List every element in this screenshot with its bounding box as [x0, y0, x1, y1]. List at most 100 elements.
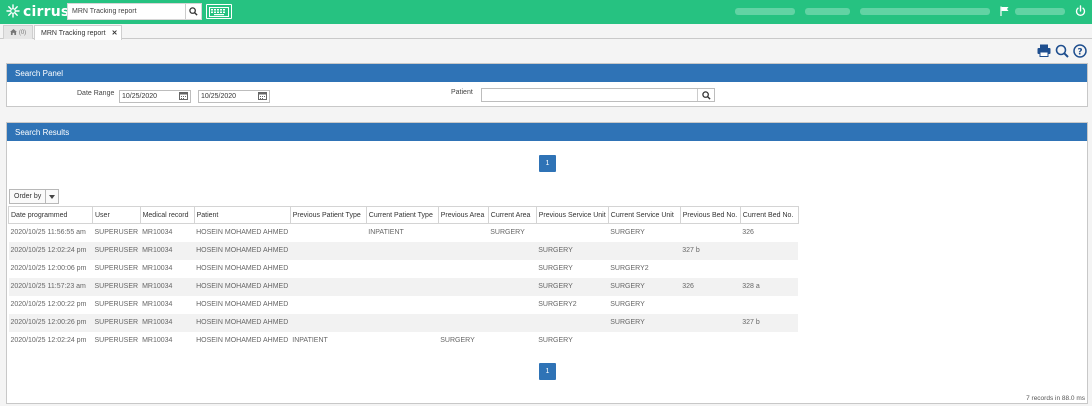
column-header[interactable]: Previous Service Unit — [536, 206, 609, 224]
table-cell: MR10034 — [140, 241, 195, 260]
search-results-panel: Search Results 1 Order by Date programme… — [6, 122, 1088, 404]
table-cell: SUPERUSER — [94, 301, 139, 308]
table-cell — [438, 313, 489, 332]
table-cell — [740, 332, 798, 350]
order-by-dropdown[interactable]: Order by — [9, 189, 59, 204]
table-cell: INPATIENT — [368, 229, 404, 237]
tab-home[interactable]: (0) — [3, 25, 33, 39]
table-cell: SURGERY — [610, 301, 645, 308]
svg-text:?: ? — [1077, 47, 1082, 57]
column-header[interactable]: Patient — [194, 206, 291, 224]
tab-bar: (0) MRN Tracking report ✕ — [0, 24, 1092, 40]
date-range-label: Date Range — [77, 90, 115, 97]
table-row[interactable]: 2020/10/25 12:02:24 pm SUPERUSER MR10034… — [8, 241, 799, 260]
table-cell — [488, 313, 537, 332]
table-cell — [740, 241, 799, 260]
table-cell — [608, 332, 680, 350]
table-row[interactable]: 2020/10/25 12:00:06 pm SUPERUSER MR10034… — [9, 260, 799, 278]
table-cell — [680, 332, 740, 350]
close-icon[interactable]: ✕ — [112, 29, 118, 37]
table-cell — [366, 313, 439, 332]
column-header[interactable]: Medical record — [140, 206, 195, 224]
patient-label: Patient — [451, 89, 473, 96]
table-row[interactable]: 2020/10/25 12:00:22 pm SUPERUSER MR10034… — [9, 296, 799, 314]
report-toolbar: ? — [1036, 43, 1087, 58]
table-cell: SURGERY — [538, 337, 573, 344]
global-search-input[interactable] — [68, 4, 186, 19]
flag-icon[interactable] — [1000, 6, 1009, 18]
table-cell — [488, 241, 537, 260]
pagination-page-button[interactable]: 1 — [539, 363, 556, 380]
blurred-text — [860, 8, 990, 15]
column-header[interactable]: Date programmed — [8, 206, 93, 224]
calendar-icon[interactable] — [258, 91, 268, 101]
table-cell — [536, 313, 609, 332]
keyboard-icon[interactable] — [206, 4, 232, 19]
app-logo-text: cirrus — [23, 4, 70, 20]
table-cell — [366, 241, 439, 260]
table-cell: SUPERUSER — [92, 277, 141, 296]
column-header[interactable]: Current Area — [488, 206, 537, 224]
table-cell: SURGERY — [538, 265, 573, 272]
table-row[interactable]: 2020/10/25 12:00:26 pm SUPERUSER MR10034… — [8, 313, 799, 332]
table-cell — [290, 313, 367, 332]
column-header[interactable]: Current Bed No. — [740, 206, 799, 224]
table-row[interactable]: 2020/10/25 11:57:23 am SUPERUSER MR10034… — [8, 277, 799, 296]
column-header[interactable]: Previous Bed No. — [680, 206, 741, 224]
table-cell: INPATIENT — [292, 337, 328, 344]
table-cell — [290, 260, 366, 278]
app-logo[interactable]: cirrus — [6, 3, 69, 21]
table-cell: HOSEIN MOHAMED AHMED — [194, 277, 291, 296]
table-cell: SUPERUSER — [94, 337, 139, 344]
table-cell: MR10034 — [140, 277, 195, 296]
column-header[interactable]: User — [92, 206, 141, 224]
table-cell — [366, 332, 438, 350]
table-cell: SURGERY — [608, 313, 681, 332]
zoom-icon[interactable] — [1054, 43, 1069, 58]
tab-mrn-tracking-report[interactable]: MRN Tracking report ✕ — [34, 25, 122, 40]
results-table: Date programmed User Medical record Pati… — [8, 206, 799, 350]
table-cell: SURGERY — [536, 241, 609, 260]
patient-input[interactable] — [482, 89, 697, 101]
column-header[interactable]: Current Service Unit — [608, 206, 681, 224]
table-cell: 2020/10/25 12:00:22 pm — [10, 301, 87, 308]
table-cell: SURGERY — [440, 337, 475, 344]
table-cell — [488, 260, 536, 278]
column-header[interactable]: Current Patient Type — [366, 206, 439, 224]
search-icon[interactable] — [185, 4, 201, 19]
table-cell — [290, 277, 367, 296]
column-header[interactable]: Previous Area — [438, 206, 489, 224]
table-cell: SURGERY — [536, 277, 609, 296]
table-cell: SUPERUSER — [92, 241, 141, 260]
help-icon[interactable]: ? — [1072, 43, 1087, 58]
table-cell: 2020/10/25 12:02:24 pm — [8, 241, 93, 260]
print-icon[interactable] — [1036, 43, 1051, 58]
table-cell — [290, 296, 366, 314]
table-cell — [366, 296, 438, 314]
table-cell: SUPERUSER — [94, 265, 139, 272]
table-cell — [680, 296, 740, 314]
search-icon[interactable] — [697, 89, 714, 101]
calendar-icon[interactable] — [179, 91, 189, 101]
table-cell: 2020/10/25 12:02:24 pm — [10, 337, 87, 344]
table-cell: 326 — [680, 277, 741, 296]
blurred-username — [1015, 8, 1065, 15]
table-cell: 2020/10/25 11:57:23 am — [8, 277, 93, 296]
table-cell: 2020/10/25 12:00:26 pm — [8, 313, 93, 332]
pagination-page-button[interactable]: 1 — [539, 155, 556, 172]
table-row[interactable]: 2020/10/25 11:56:55 am SUPERUSER MR10034… — [9, 224, 799, 242]
table-cell — [680, 313, 741, 332]
power-icon[interactable] — [1075, 5, 1086, 19]
table-cell — [608, 241, 681, 260]
tab-home-label: (0) — [18, 29, 27, 36]
table-cell: HOSEIN MOHAMED AHMED — [196, 337, 289, 344]
table-cell: HOSEIN MOHAMED AHMED — [194, 241, 291, 260]
table-cell: 2020/10/25 11:56:55 am — [10, 229, 86, 237]
patient-search-box — [481, 88, 715, 102]
column-header[interactable]: Previous Patient Type — [290, 206, 367, 224]
table-cell: MR10034 — [142, 265, 173, 272]
search-panel-title: Search Panel — [7, 64, 1087, 82]
table-row[interactable]: 2020/10/25 12:02:24 pm SUPERUSER MR10034… — [9, 332, 799, 350]
table-cell: SURGERY2 — [538, 301, 577, 308]
table-cell: SURGERY — [608, 277, 681, 296]
